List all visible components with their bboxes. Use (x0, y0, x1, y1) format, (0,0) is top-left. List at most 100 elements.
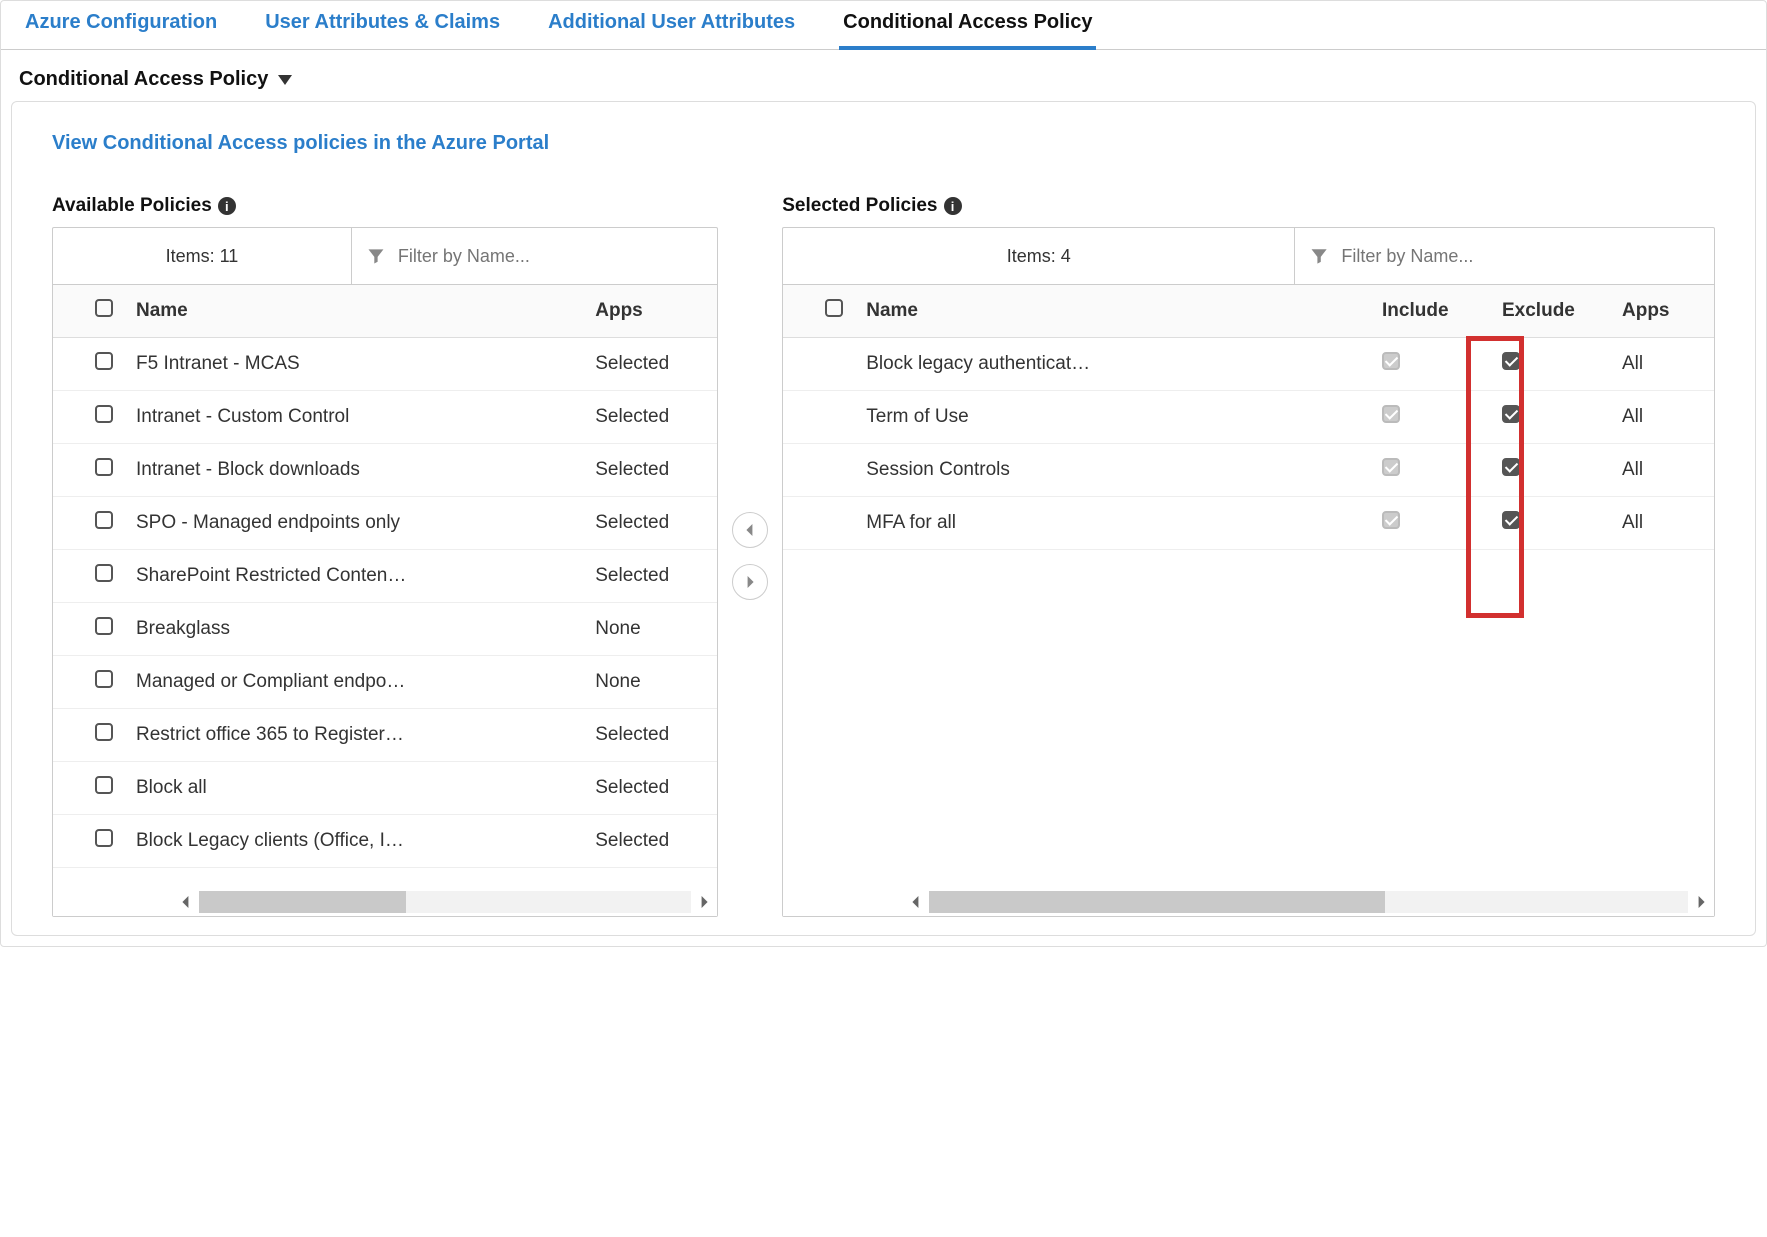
table-row[interactable]: F5 Intranet - MCASSelected (53, 338, 717, 391)
row-name: SharePoint Restricted Conten… (128, 550, 587, 603)
filter-icon (1309, 245, 1329, 267)
row-checkbox[interactable] (95, 564, 113, 582)
selected-header-name: Name (858, 285, 1374, 338)
row-apps: All (1614, 444, 1714, 497)
row-checkbox[interactable] (95, 670, 113, 688)
tab-additional-user-attributes[interactable]: Additional User Attributes (544, 1, 799, 49)
include-checkbox[interactable] (1382, 352, 1400, 370)
available-filter[interactable] (352, 228, 717, 284)
table-row[interactable]: Block Legacy clients (Office, I…Selected (53, 815, 717, 868)
table-row[interactable]: BreakglassNone (53, 603, 717, 656)
table-row[interactable]: Term of Use All (783, 391, 1714, 444)
exclude-checkbox[interactable] (1502, 511, 1520, 529)
workspace: View Conditional Access policies in the … (11, 101, 1756, 936)
row-apps: None (587, 656, 717, 709)
available-scroll[interactable]: F5 Intranet - MCASSelectedIntranet - Cus… (53, 338, 717, 888)
scroll-right-icon[interactable] (691, 889, 717, 915)
row-checkbox[interactable] (95, 617, 113, 635)
table-row[interactable]: Intranet - Custom ControlSelected (53, 391, 717, 444)
row-name: Session Controls (858, 444, 1374, 497)
row-apps: Selected (587, 550, 717, 603)
move-left-button[interactable] (732, 512, 768, 548)
row-checkbox[interactable] (95, 829, 113, 847)
selected-filter[interactable] (1295, 228, 1714, 284)
caret-down-icon (278, 75, 292, 85)
row-apps: Selected (587, 709, 717, 762)
row-apps: Selected (587, 444, 717, 497)
tabs-bar: Azure Configuration User Attributes & Cl… (1, 1, 1766, 50)
scroll-right-icon[interactable] (1688, 889, 1714, 915)
scroll-left-icon[interactable] (903, 889, 929, 915)
info-icon[interactable]: i (218, 197, 236, 215)
available-items-count: Items: 11 (53, 228, 352, 284)
scroll-left-icon[interactable] (173, 889, 199, 915)
table-row[interactable]: SPO - Managed endpoints onlySelected (53, 497, 717, 550)
filter-icon (366, 245, 386, 267)
row-checkbox[interactable] (95, 723, 113, 741)
row-checkbox[interactable] (95, 405, 113, 423)
exclude-checkbox[interactable] (1502, 405, 1520, 423)
table-row[interactable]: Managed or Compliant endpo…None (53, 656, 717, 709)
include-checkbox[interactable] (1382, 458, 1400, 476)
exclude-checkbox[interactable] (1502, 458, 1520, 476)
row-apps: All (1614, 497, 1714, 550)
table-row[interactable]: Session Controls All (783, 444, 1714, 497)
row-apps: Selected (587, 762, 717, 815)
selected-header-include: Include (1374, 285, 1494, 338)
available-header-apps: Apps (587, 285, 717, 338)
section-title: Conditional Access Policy (19, 68, 268, 91)
row-apps: None (587, 603, 717, 656)
table-row[interactable]: Restrict office 365 to Register…Selected (53, 709, 717, 762)
row-apps: All (1614, 391, 1714, 444)
selected-panel: Selected Policies i Items: 4 (782, 195, 1715, 917)
include-checkbox[interactable] (1382, 511, 1400, 529)
row-name: Block all (128, 762, 587, 815)
available-title: Available Policies (52, 195, 212, 217)
row-name: Intranet - Custom Control (128, 391, 587, 444)
section-dropdown[interactable]: Conditional Access Policy (1, 50, 1766, 101)
row-name: SPO - Managed endpoints only (128, 497, 587, 550)
row-apps: Selected (587, 391, 717, 444)
row-apps: Selected (587, 815, 717, 868)
selected-filter-input[interactable] (1341, 246, 1700, 267)
selected-select-all[interactable] (825, 299, 843, 317)
selected-items-count: Items: 4 (783, 228, 1295, 284)
table-row[interactable]: Block allSelected (53, 762, 717, 815)
available-filter-input[interactable] (398, 246, 703, 267)
available-panel: Available Policies i Items: 11 (52, 195, 718, 917)
row-name: Breakglass (128, 603, 587, 656)
selected-scroll[interactable]: Block legacy authenticat… All Term of Use A… (783, 338, 1714, 888)
available-select-all[interactable] (95, 299, 113, 317)
tab-azure-configuration[interactable]: Azure Configuration (21, 1, 221, 49)
table-row[interactable]: Intranet - Block downloadsSelected (53, 444, 717, 497)
row-name: Term of Use (858, 391, 1374, 444)
row-name: Restrict office 365 to Register… (128, 709, 587, 762)
exclude-checkbox[interactable] (1502, 352, 1520, 370)
tab-conditional-access-policy[interactable]: Conditional Access Policy (839, 1, 1096, 50)
row-name: Intranet - Block downloads (128, 444, 587, 497)
row-apps: Selected (587, 497, 717, 550)
row-name: Block legacy authenticat… (858, 338, 1374, 391)
include-checkbox[interactable] (1382, 405, 1400, 423)
available-header-name: Name (128, 285, 587, 338)
view-in-azure-portal-link[interactable]: View Conditional Access policies in the … (52, 132, 549, 154)
selected-hscroll[interactable] (783, 888, 1714, 916)
selected-header-apps: Apps (1614, 285, 1714, 338)
row-name: F5 Intranet - MCAS (128, 338, 587, 391)
table-row[interactable]: Block legacy authenticat… All (783, 338, 1714, 391)
mover-controls (726, 195, 774, 917)
selected-title: Selected Policies (782, 195, 937, 217)
row-checkbox[interactable] (95, 511, 113, 529)
info-icon[interactable]: i (944, 197, 962, 215)
row-apps: All (1614, 338, 1714, 391)
row-name: Block Legacy clients (Office, I… (128, 815, 587, 868)
move-right-button[interactable] (732, 564, 768, 600)
table-row[interactable]: SharePoint Restricted Conten…Selected (53, 550, 717, 603)
table-row[interactable]: MFA for allAll (783, 497, 1714, 550)
row-checkbox[interactable] (95, 776, 113, 794)
row-name: Managed or Compliant endpo… (128, 656, 587, 709)
row-checkbox[interactable] (95, 352, 113, 370)
tab-user-attributes-claims[interactable]: User Attributes & Claims (261, 1, 504, 49)
row-checkbox[interactable] (95, 458, 113, 476)
available-hscroll[interactable] (53, 888, 717, 916)
